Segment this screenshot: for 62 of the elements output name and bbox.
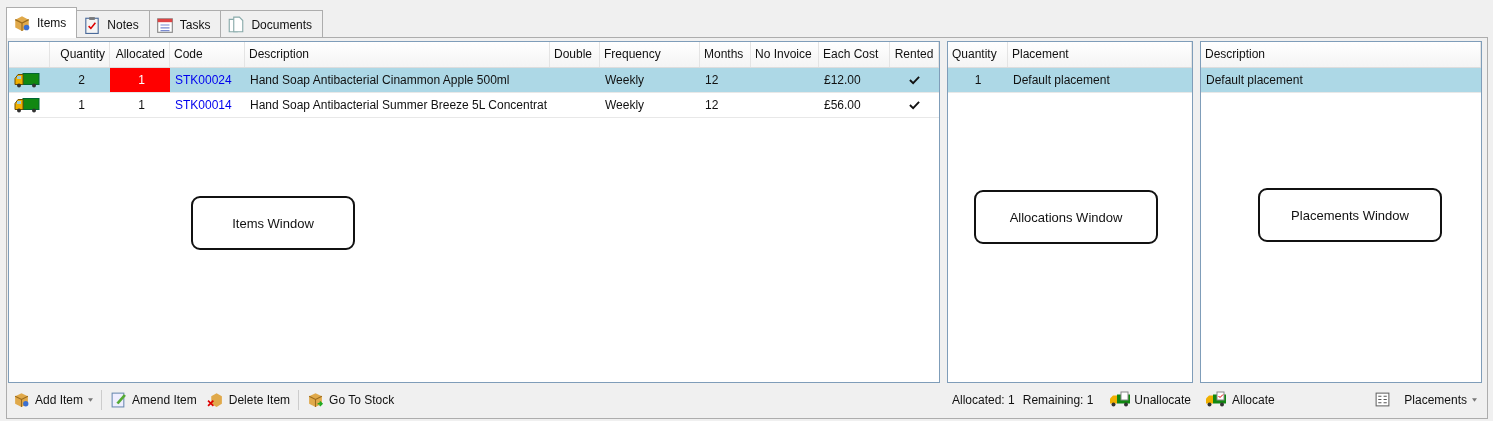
summary-text: Allocated: 1: [951, 392, 1016, 407]
edit-icon: [110, 391, 128, 408]
calendar-icon: [155, 15, 174, 34]
column-header[interactable]: Each Cost: [819, 42, 890, 67]
toolbar-button[interactable]: Delete Item: [203, 389, 294, 410]
column-header[interactable]: Frequency: [600, 42, 700, 67]
table-cell-text: Weekly: [604, 97, 646, 114]
code-link[interactable]: STK00024: [175, 68, 232, 92]
column-header[interactable]: Placement: [1008, 42, 1192, 67]
table-cell-text: 12: [704, 72, 720, 89]
table-cell: 1: [110, 68, 170, 92]
column-header[interactable]: Description: [1201, 42, 1481, 67]
truck-icon: [14, 71, 40, 89]
unallocate-button[interactable]: Unallocate: [1109, 389, 1191, 410]
code-link[interactable]: STK00014: [175, 93, 232, 117]
allocation-row[interactable]: 1 Default placement: [948, 68, 1192, 93]
table-cell-text: Default placement: [1012, 72, 1111, 89]
dropdown-caret-icon: [88, 397, 94, 402]
dropdown-caret-icon: [1472, 397, 1477, 402]
truck-icon: [1109, 391, 1132, 408]
truck-icon: [14, 96, 40, 114]
callout-label: Placements Window: [1258, 188, 1442, 242]
item-row[interactable]: 1 1 STK00014 Hand Soap Antibacterial Summer Breeze 5L Concentrat Weekly 12 £56.00: [9, 93, 939, 118]
tab[interactable]: Items: [6, 7, 78, 38]
allocate-button[interactable]: Allocate: [1202, 389, 1278, 410]
table-cell-text: Hand Soap Antibacterial Cinammon Apple 500ml: [249, 72, 511, 89]
table-cell-text: 1: [137, 97, 146, 114]
list-icon: [1374, 391, 1392, 408]
table-cell-text: £56.00: [823, 97, 862, 114]
table-cell-text: 1: [77, 97, 86, 114]
column-header[interactable]: Code: [170, 42, 245, 67]
callout-label: Allocations Window: [974, 190, 1158, 244]
column-header[interactable]: Description: [245, 42, 550, 67]
column-header[interactable]: Quantity: [948, 42, 1008, 67]
box-arrow-icon: [307, 391, 325, 408]
truck-icon: [1205, 391, 1227, 408]
column-header[interactable]: Double: [550, 42, 600, 67]
column-header[interactable]: Months: [700, 42, 751, 67]
documents-icon: [227, 15, 246, 34]
column-header[interactable]: Allocated: [110, 42, 170, 67]
column-header[interactable]: Rented: [890, 42, 939, 67]
callout-label: Items Window: [191, 196, 355, 250]
box-delete-icon: [206, 391, 224, 408]
box-icon: [13, 391, 30, 408]
box-icon: [13, 14, 31, 32]
table-cell-text: 12: [704, 97, 720, 114]
summary-text: Remaining: 1: [1021, 392, 1095, 407]
column-header[interactable]: Quantity: [50, 42, 110, 67]
table-cell-text: £12.00: [823, 72, 862, 89]
table-cell-text: 1: [973, 72, 983, 89]
placements-dropdown-button[interactable]: Placements: [1371, 389, 1480, 410]
column-header[interactable]: No Invoice: [751, 42, 819, 67]
toolbar-button[interactable]: Go To Stock: [304, 389, 398, 410]
toolbar-button[interactable]: Add Item: [10, 389, 97, 410]
tab[interactable]: Documents: [220, 10, 324, 38]
table-cell-text: Hand Soap Antibacterial Summer Breeze 5L Concentrat: [249, 97, 549, 114]
table-cell-text: 2: [77, 72, 86, 89]
table-cell-text: Weekly: [604, 72, 646, 89]
toolbar-button[interactable]: Amend Item: [107, 389, 200, 410]
placement-row[interactable]: Default placement: [1201, 68, 1481, 93]
clipboard-icon: [83, 15, 102, 34]
item-row[interactable]: 2 1 STK00024 Hand Soap Antibacterial Cinammon Apple 500ml Weekly 12 £12.00: [9, 68, 939, 93]
